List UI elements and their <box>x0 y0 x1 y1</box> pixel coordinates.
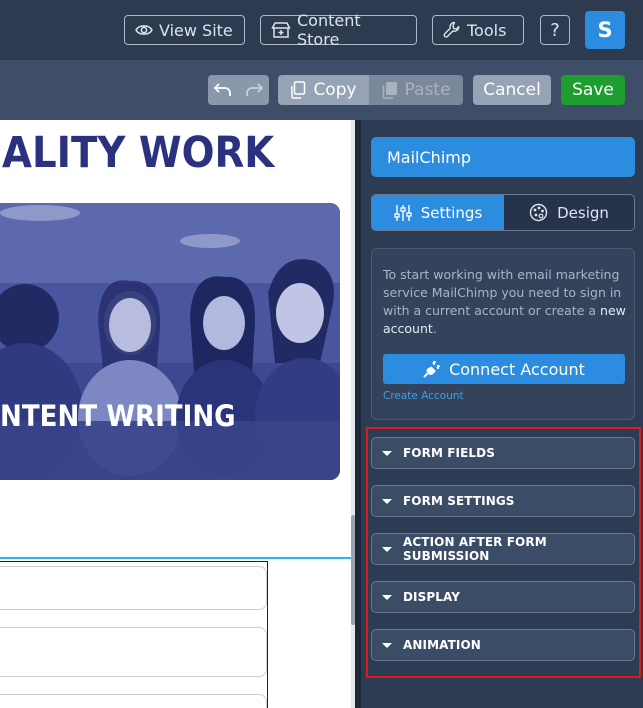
caret-down-icon <box>382 546 392 552</box>
tab-settings-label: Settings <box>420 203 483 222</box>
section-animation[interactable]: ANIMATION <box>371 629 635 661</box>
undo-button[interactable] <box>208 75 238 105</box>
content-store-label: Content Store <box>297 11 361 49</box>
connect-account-button[interactable]: Connect Account <box>383 354 625 384</box>
redo-icon <box>246 83 264 96</box>
section-form-fields[interactable]: FORM FIELDS <box>371 437 635 469</box>
caret-down-icon <box>382 642 392 648</box>
paste-label: Paste <box>404 80 451 100</box>
sliders-icon <box>394 204 412 221</box>
wrench-icon <box>443 21 460 38</box>
connect-description: To start working with email marketing se… <box>383 266 628 338</box>
top-bar: View Site Content Store Tools ? S <box>0 0 643 60</box>
view-site-label: View Site <box>159 20 233 40</box>
plug-icon <box>423 360 441 378</box>
create-account-link[interactable]: Create Account <box>383 390 464 402</box>
tools-label: Tools <box>467 20 507 40</box>
section-animation-label: ANIMATION <box>403 638 481 652</box>
section-display-label: DISPLAY <box>403 590 461 604</box>
cancel-button[interactable]: Cancel <box>473 75 551 105</box>
paste-icon <box>382 82 397 99</box>
redo-button[interactable] <box>239 75 269 105</box>
paste-button[interactable]: Paste <box>369 75 463 105</box>
content-store-button[interactable]: Content Store <box>260 11 417 49</box>
store-icon <box>271 22 291 38</box>
save-button[interactable]: Save <box>561 75 625 105</box>
caret-down-icon <box>382 498 392 504</box>
connect-description-text: To start working with email marketing se… <box>383 267 622 318</box>
eye-icon <box>135 25 153 35</box>
form-input-field[interactable] <box>0 566 267 610</box>
section-form-settings[interactable]: FORM SETTINGS <box>371 485 635 517</box>
tab-settings[interactable]: Settings <box>372 195 504 230</box>
help-button[interactable]: ? <box>540 15 570 45</box>
form-input-field[interactable] <box>0 694 267 708</box>
selection-frame <box>0 120 353 559</box>
form-input-field[interactable] <box>0 627 267 677</box>
connect-account-label: Connect Account <box>449 359 585 379</box>
help-label: ? <box>550 19 560 41</box>
cancel-label: Cancel <box>483 80 541 100</box>
section-action-after-submission-label: ACTION AFTER FORM SUBMISSION <box>403 535 547 563</box>
copy-icon <box>291 81 306 99</box>
section-form-fields-label: FORM FIELDS <box>403 446 495 460</box>
clipboard-group: Copy Paste <box>278 75 463 105</box>
view-site-button[interactable]: View Site <box>124 15 245 45</box>
widget-title-label: MailChimp <box>387 147 471 167</box>
widget-title: MailChimp <box>371 137 635 177</box>
settings-panel: MailChimp Settings Design To start worki… <box>361 120 643 708</box>
mailchimp-connect-card: To start working with email marketing se… <box>371 248 635 420</box>
undo-icon <box>213 83 231 96</box>
section-form-settings-label: FORM SETTINGS <box>403 494 515 508</box>
tab-design[interactable]: Design <box>504 195 634 230</box>
page-canvas[interactable]: ALITY WORK NTENT WRITING <box>0 120 355 708</box>
panel-tabs: Settings Design <box>371 194 635 231</box>
caret-down-icon <box>382 594 392 600</box>
section-display[interactable]: DISPLAY <box>371 581 635 613</box>
caret-down-icon <box>382 450 392 456</box>
tools-button[interactable]: Tools <box>432 15 524 45</box>
save-label: Save <box>572 80 614 100</box>
history-group <box>208 75 269 105</box>
editor-toolbar: Copy Paste Cancel Save <box>0 60 643 120</box>
palette-icon <box>529 203 548 222</box>
tab-design-label: Design <box>557 203 609 222</box>
section-action-after-submission[interactable]: ACTION AFTER FORM SUBMISSION <box>371 533 635 565</box>
connect-description-end: . <box>432 321 437 336</box>
copy-label: Copy <box>313 80 357 100</box>
avatar-initial: S <box>597 18 613 42</box>
copy-button[interactable]: Copy <box>278 75 369 105</box>
user-avatar[interactable]: S <box>585 11 625 49</box>
